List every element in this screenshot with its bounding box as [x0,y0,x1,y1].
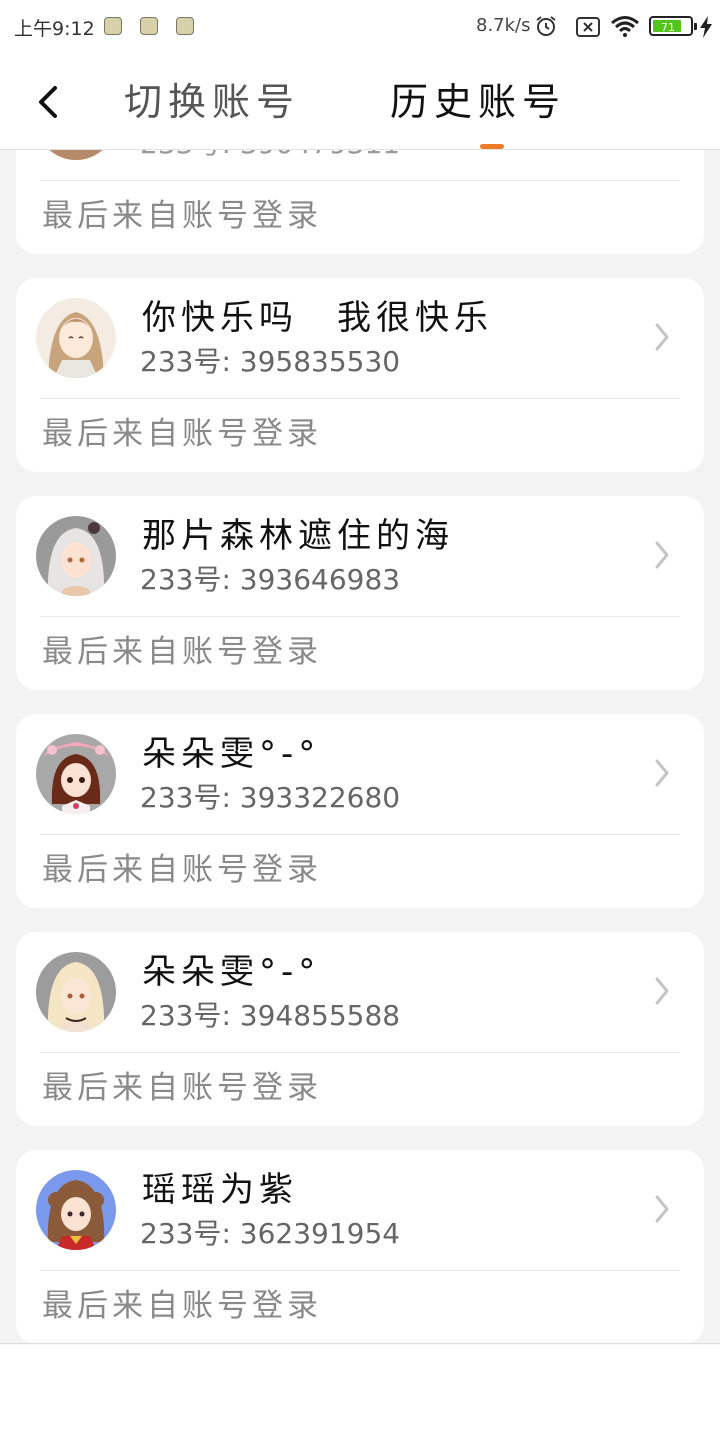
chevron-right-icon[interactable] [654,976,670,1006]
account-card-header[interactable]: 瑶瑶为紫 233号: 362391954 [16,1150,704,1270]
battery-level: 71 [661,21,675,34]
divider [40,834,680,835]
app-notification-icon [176,17,194,35]
active-tab-indicator [480,144,504,149]
chevron-right-icon[interactable] [654,540,670,570]
account-id: 233号: 395835530 [140,345,401,378]
account-name: 那片森林遮住的海 [142,516,454,556]
account-card-header[interactable]: 朵朵雯°-° 233号: 393322680 [16,714,704,834]
account-list[interactable]: 233号: 390479311 最后来自账号登录 你快乐吗 我很快乐 233号:… [0,150,720,1344]
divider [40,616,680,617]
avatar [36,734,116,814]
app-notification-icon [104,17,122,35]
bottom-area [0,1345,720,1440]
avatar [36,516,116,596]
account-id: 233号: 394855588 [140,999,401,1032]
login-note: 最后来自账号登录 [42,198,322,234]
divider [40,180,680,181]
account-card[interactable]: 瑶瑶为紫 233号: 362391954 最后来自账号登录 [16,1150,704,1343]
account-card-header[interactable]: 你快乐吗 我很快乐 233号: 395835530 [16,278,704,398]
account-card-header[interactable]: 朵朵雯°-° 233号: 394855588 [16,932,704,1052]
battery-fill: 71 [653,20,681,34]
account-name: 朵朵雯°-° [142,952,321,992]
header: 切换账号 历史账号 [0,54,720,150]
alarm-icon [536,16,556,36]
avatar [36,1170,116,1250]
account-id: 233号: 393646983 [140,563,401,596]
divider [40,1270,680,1271]
login-note: 最后来自账号登录 [42,416,322,452]
chevron-right-icon[interactable] [654,1194,670,1224]
divider [40,398,680,399]
account-card-header[interactable]: 233号: 390479311 [16,150,704,180]
sim-icon [576,17,600,37]
account-card[interactable]: 朵朵雯°-° 233号: 394855588 最后来自账号登录 [16,932,704,1126]
charging-icon [700,16,712,38]
status-bar: 上午9:12 8.7k/s 71 [0,0,720,54]
divider [40,1052,680,1053]
account-card[interactable]: 朵朵雯°-° 233号: 393322680 最后来自账号登录 [16,714,704,908]
avatar [36,150,116,160]
account-id: 233号: 393322680 [140,781,401,814]
account-card[interactable]: 那片森林遮住的海 233号: 393646983 最后来自账号登录 [16,496,704,690]
chevron-right-icon[interactable] [654,322,670,352]
battery-icon: 71 [649,16,697,36]
battery-tip [694,23,697,30]
wifi-icon [611,16,639,37]
login-note: 最后来自账号登录 [42,634,322,670]
account-name: 瑶瑶为紫 [142,1170,298,1210]
avatar [36,298,116,378]
network-speed: 8.7k/s [476,15,531,36]
avatar [36,952,116,1032]
back-button[interactable] [26,80,70,124]
account-card-header[interactable]: 那片森林遮住的海 233号: 393646983 [16,496,704,616]
status-time: 上午9:12 [14,18,95,40]
tab-history-account[interactable]: 历史账号 [390,78,566,126]
chevron-right-icon[interactable] [654,758,670,788]
account-card[interactable]: 你快乐吗 我很快乐 233号: 395835530 最后来自账号登录 [16,278,704,472]
login-note: 最后来自账号登录 [42,852,322,888]
login-note: 最后来自账号登录 [42,1288,322,1324]
chevron-left-icon [39,86,57,118]
account-id: 233号: 390479311 [140,150,400,162]
account-name: 你快乐吗 我很快乐 [142,298,493,338]
account-id: 233号: 362391954 [140,1217,401,1250]
account-name: 朵朵雯°-° [142,734,321,774]
app-notification-icon [140,17,158,35]
tab-switch-account[interactable]: 切换账号 [124,78,300,126]
login-note: 最后来自账号登录 [42,1070,322,1106]
account-card[interactable]: 233号: 390479311 最后来自账号登录 [16,150,704,254]
